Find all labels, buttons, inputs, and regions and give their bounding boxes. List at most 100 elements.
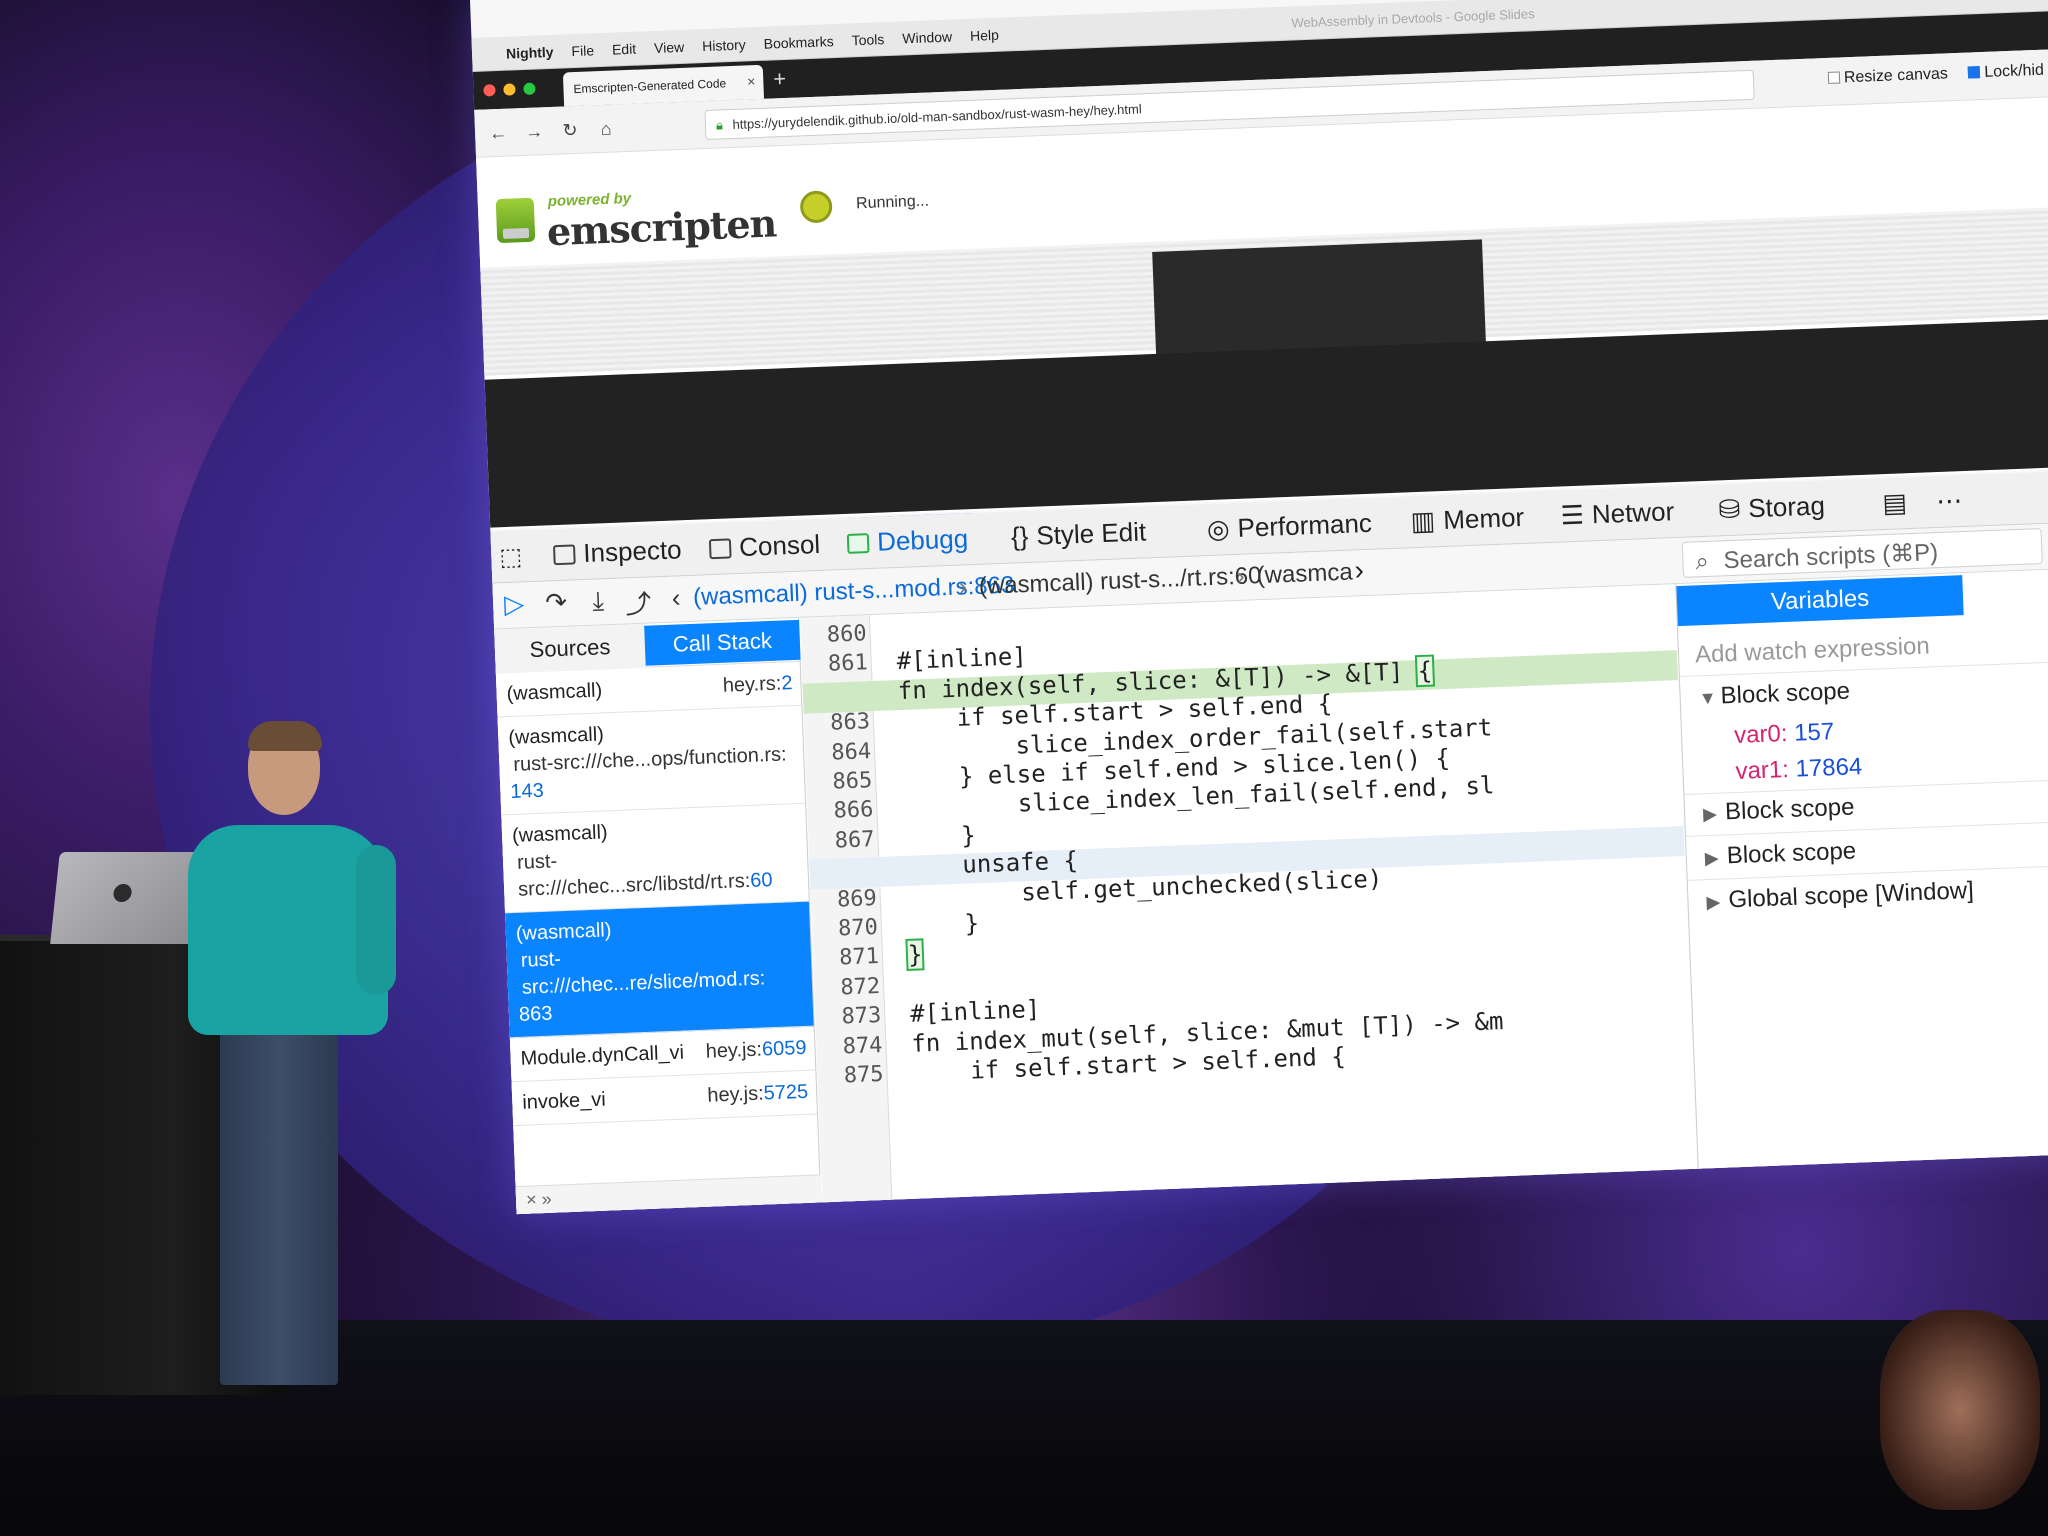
tab-close-icon[interactable]: × <box>747 73 756 89</box>
line-number[interactable]: 864 <box>805 739 872 767</box>
tab-console[interactable]: Consol <box>708 529 821 564</box>
frame-path: rust-src:///chec...src/libstd/rt.rs:60 <box>516 850 773 901</box>
close-window-icon[interactable] <box>483 84 496 97</box>
tab-storage[interactable]: ⛁ Storag <box>1718 490 1826 525</box>
element-picker-icon[interactable]: ⬚ <box>499 542 523 572</box>
menu-history[interactable]: History <box>702 36 746 54</box>
call-stack-frame[interactable]: (wasmcall) rust-src:///chec...src/libstd… <box>501 803 809 914</box>
devtools-panel: ⬚ Inspecto Consol Debugg {} Style Edit ◎ P… <box>490 471 2048 1215</box>
step-out-icon[interactable]: ⤴ <box>623 583 654 619</box>
menu-file[interactable]: File <box>571 42 594 59</box>
minimize-window-icon[interactable] <box>503 83 516 96</box>
forward-icon[interactable]: → <box>521 118 548 145</box>
line-number[interactable]: 874 <box>816 1033 883 1061</box>
search-scripts-input[interactable]: ⌕ Search scripts (⌘P) <box>1681 528 2043 578</box>
status-text: Running... <box>855 192 930 213</box>
breadcrumb-more-icon[interactable]: › <box>1354 554 1365 586</box>
resume-icon[interactable]: ▷ <box>499 588 530 621</box>
add-watch-expression-input[interactable]: Add watch expression <box>1695 632 1931 669</box>
options-icon[interactable]: ⋯ <box>1936 485 1963 517</box>
tab-inspector[interactable]: Inspecto <box>552 534 682 570</box>
resize-canvas-checkbox[interactable]: Resize canvas <box>1827 65 1948 87</box>
scope-block-expanded[interactable]: ▼ Block scope <box>1698 678 1850 712</box>
menu-window[interactable]: Window <box>902 28 952 46</box>
frame-location: hey.js:5725 <box>706 1080 809 1107</box>
line-number[interactable]: 860 <box>800 621 867 649</box>
frame-path: rust-src:///chec...re/slice/mod.rs: <box>520 948 766 999</box>
menu-view[interactable]: View <box>654 38 685 55</box>
tab-performance[interactable]: ◎ Performanc <box>1206 508 1372 545</box>
menu-bookmarks[interactable]: Bookmarks <box>763 33 834 52</box>
home-icon[interactable]: ⌂ <box>593 115 620 142</box>
variable-var0[interactable]: var0: 157 <box>1734 718 1835 750</box>
scope-block-collapsed[interactable]: ▶ Block scope <box>1704 837 1856 871</box>
line-number[interactable]: 873 <box>815 1003 882 1031</box>
code-line: } <box>902 821 977 852</box>
line-number[interactable]: 870 <box>811 915 879 943</box>
frame-location: hey.rs:2 <box>722 672 793 697</box>
frame-name: Module.dynCall_vi <box>520 1041 685 1070</box>
back-icon[interactable]: ← <box>485 119 512 146</box>
storage-icon: ⛁ <box>1717 493 1741 525</box>
dock-layout-icon[interactable]: ▤ <box>1882 487 1908 519</box>
breadcrumb-frame-2[interactable]: (wasmcall) rust-s.../rt.rs:60 <box>978 562 1262 601</box>
speaker-hair <box>248 721 322 751</box>
tab-call-stack[interactable]: Call Stack <box>644 619 801 666</box>
line-number[interactable]: 865 <box>806 768 873 796</box>
reload-icon[interactable]: ↻ <box>557 116 584 143</box>
tab-style-editor[interactable]: {} Style Edit <box>1010 516 1146 552</box>
tab-sources[interactable]: Sources <box>494 623 646 674</box>
line-number[interactable]: 875 <box>817 1062 884 1090</box>
debugger-icon <box>846 533 870 554</box>
line-number[interactable]: 866 <box>807 798 874 826</box>
step-over-icon[interactable]: ↷ <box>541 587 572 620</box>
network-icon: ☰ <box>1560 499 1585 531</box>
line-number[interactable]: 871 <box>813 944 880 972</box>
call-stack-frame-selected[interactable]: (wasmcall) rust-src:///chec...re/slice/m… <box>505 901 814 1039</box>
line-number[interactable]: 869 <box>810 886 878 914</box>
breadcrumb-frame-3[interactable]: (wasmca <box>1256 559 1353 591</box>
search-placeholder: Search scripts (⌘P) <box>1723 539 1939 575</box>
tab-debugger[interactable]: Debugg <box>846 523 969 559</box>
frame-location: hey.js:6059 <box>705 1036 807 1063</box>
tab-memory[interactable]: ▥ Memor <box>1410 502 1525 537</box>
zoom-window-icon[interactable] <box>523 82 536 96</box>
code-editor[interactable]: 8608618628638648658668678688698708718728… <box>799 584 1697 1203</box>
call-stack-frame[interactable]: (wasmcall) rust-src:///che...ops/functio… <box>497 705 806 816</box>
line-number[interactable]: 861 <box>801 651 869 679</box>
line-number[interactable]: 867 <box>808 827 875 855</box>
projected-screen: Nightly File Edit View History Bookmarks… <box>470 0 2048 1215</box>
scope-block-collapsed[interactable]: ▶ Block scope <box>1703 793 1855 827</box>
menu-tools[interactable]: Tools <box>851 31 884 48</box>
menu-nightly[interactable]: Nightly <box>506 43 554 61</box>
lock-pointer-checkbox[interactable]: Lock/hid <box>1968 62 2044 82</box>
menu-help[interactable]: Help <box>970 26 999 43</box>
line-number[interactable]: 863 <box>804 709 871 737</box>
audience-hand <box>1880 1310 2040 1510</box>
emscripten-badge-icon <box>495 197 536 244</box>
variables-header[interactable]: Variables <box>1676 575 1964 627</box>
variable-var1[interactable]: var1: 17864 <box>1735 753 1863 786</box>
menu-edit[interactable]: Edit <box>612 40 637 57</box>
apple-icon[interactable] <box>472 53 506 54</box>
canvas-controls: Resize canvas Lock/hid <box>1812 62 2045 89</box>
new-tab-button[interactable]: + <box>773 66 787 92</box>
performance-icon: ◎ <box>1206 513 1231 545</box>
style-editor-icon: {} <box>1010 520 1029 552</box>
overflow-icon[interactable]: ••• <box>2008 0 2025 4</box>
slides-window-title: WebAssembly in Devtools - Google Slides <box>1291 6 1535 31</box>
chevron-right-icon: ▶ <box>1702 803 1718 825</box>
step-in-icon[interactable]: ⤓ <box>583 585 614 618</box>
scope-global[interactable]: ▶ Global scope [Window] <box>1706 877 1974 915</box>
tab-title: Emscripten-Generated Code <box>573 76 727 97</box>
url-text: https://yurydelendik.github.io/old-man-s… <box>732 101 1142 133</box>
tab-network[interactable]: ☰ Networ <box>1560 496 1675 531</box>
speaker-figure <box>180 721 410 1405</box>
code-line: #[inline] <box>896 642 1028 676</box>
chevron-right-icon: ▶ <box>1704 847 1720 869</box>
inspector-icon <box>552 544 576 566</box>
line-number[interactable]: 872 <box>814 974 881 1002</box>
speaker-arm <box>356 845 396 995</box>
search-icon: ⌕ <box>1694 547 1710 576</box>
collapse-icon[interactable]: ‹ <box>661 582 692 615</box>
